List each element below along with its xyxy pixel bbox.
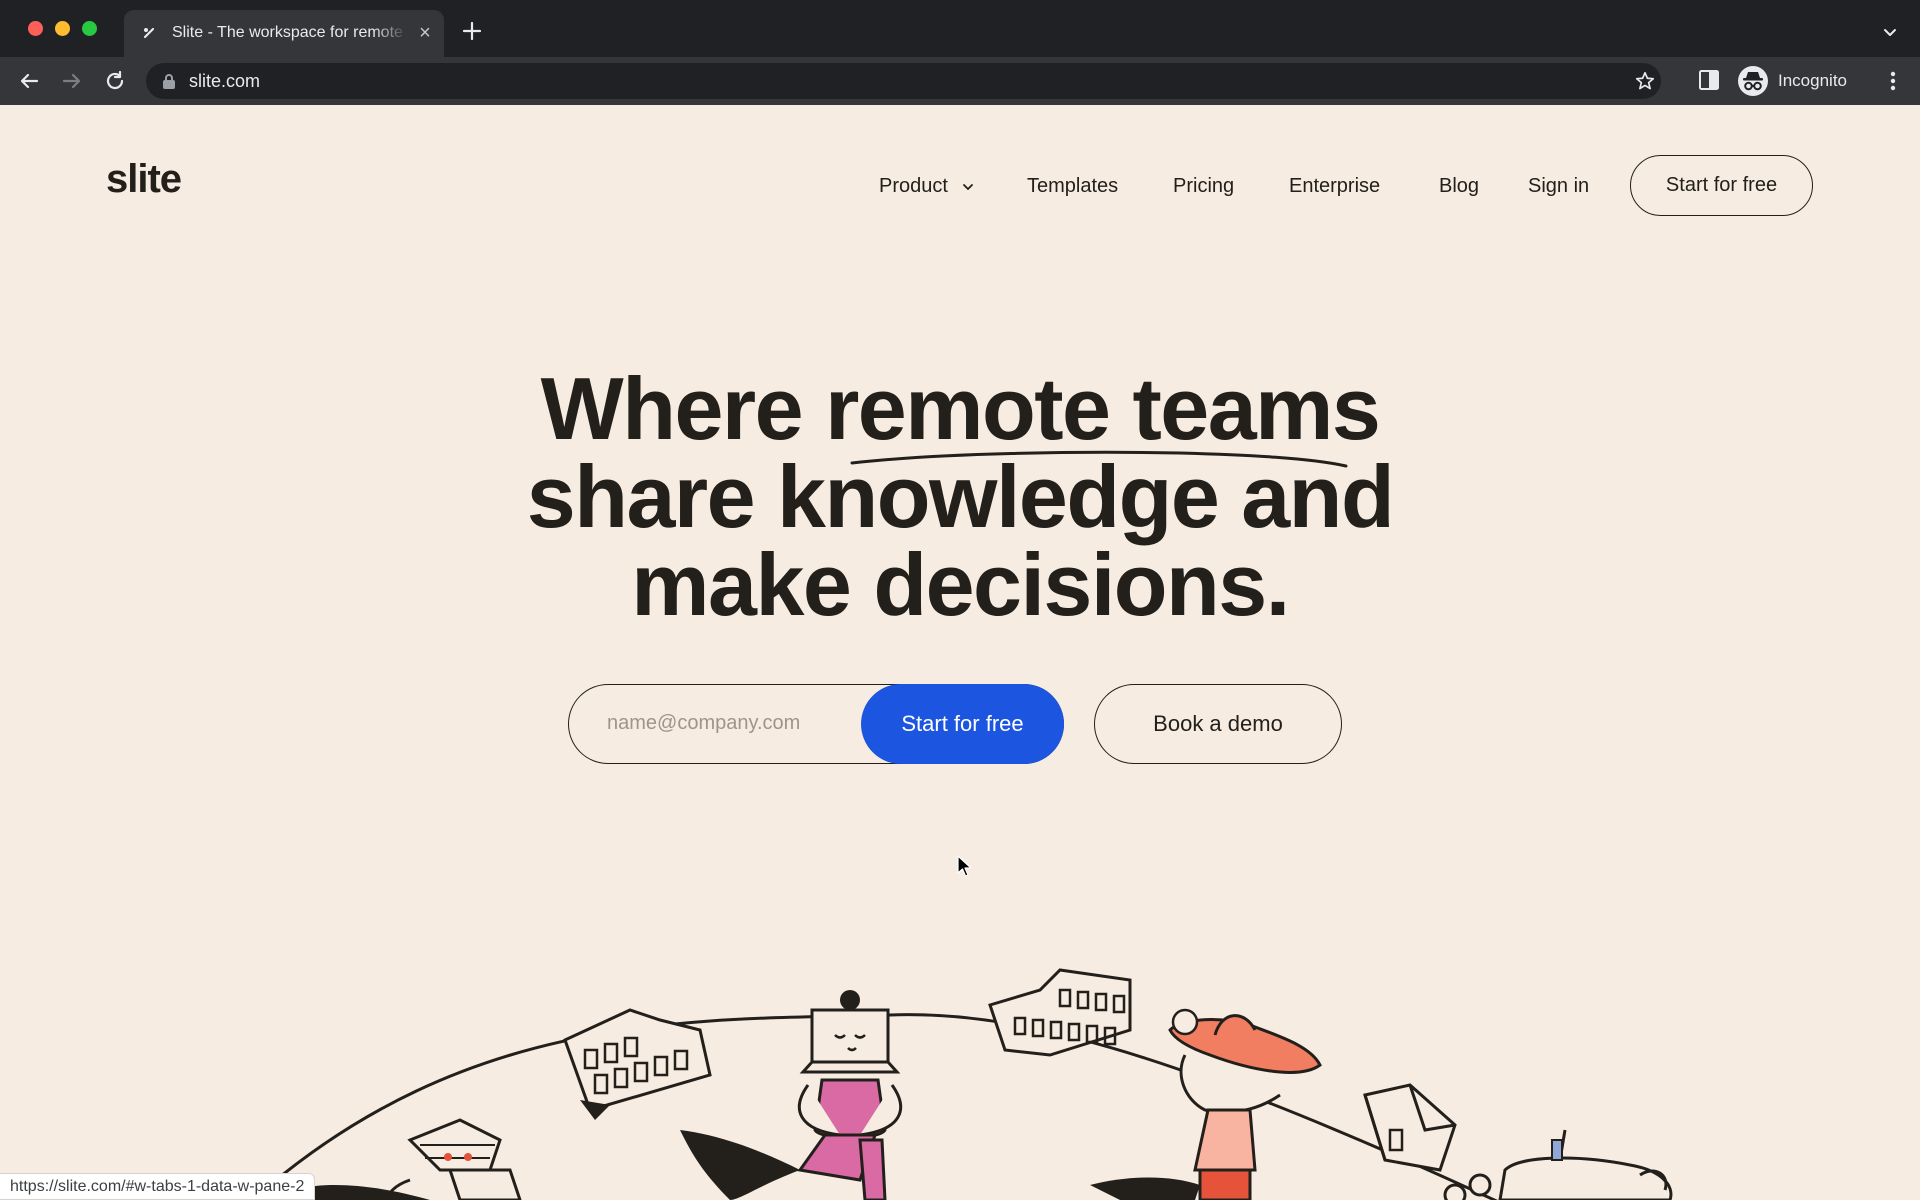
forward-arrow-icon[interactable] <box>60 69 84 93</box>
building-left <box>563 1008 712 1120</box>
hero-headline: Where remote teams share knowledge and m… <box>460 365 1460 629</box>
hero-line1-highlight: remote teams <box>825 359 1381 458</box>
more-vert-icon[interactable] <box>1882 69 1904 93</box>
telescope-person <box>1443 1129 1673 1200</box>
mouse-cursor-icon <box>957 855 972 877</box>
nav-pricing[interactable]: Pricing <box>1173 175 1234 198</box>
house <box>1363 1083 1457 1172</box>
tab-search-chevron-icon[interactable] <box>1880 22 1900 42</box>
reload-icon[interactable] <box>103 69 127 93</box>
status-bar-link-preview: https://slite.com/#w-tabs-1-data-w-pane-… <box>0 1173 316 1200</box>
nav-templates[interactable]: Templates <box>1027 175 1118 198</box>
new-tab-plus-icon[interactable] <box>460 19 484 43</box>
incognito-profile-button[interactable]: Incognito <box>1736 64 1864 98</box>
close-tab-icon[interactable]: × <box>414 22 436 44</box>
incognito-icon <box>1738 66 1768 96</box>
back-arrow-icon[interactable] <box>17 69 41 93</box>
close-window-button[interactable] <box>28 21 43 36</box>
hand-drawn-underline <box>850 450 1348 468</box>
maximize-window-button[interactable] <box>82 21 97 36</box>
active-tab[interactable]: Slite - The workspace for remote teams × <box>124 10 444 57</box>
minimize-window-button[interactable] <box>55 21 70 36</box>
hero-illustration <box>269 968 1673 1200</box>
hero-start-for-free-button[interactable]: Start for free <box>861 684 1064 764</box>
email-input[interactable] <box>607 685 847 762</box>
hero-line1-a: Where <box>540 359 826 458</box>
url-text[interactable]: slite.com <box>189 71 260 92</box>
slite-logo[interactable]: slite <box>106 157 182 202</box>
web-page: slite Product Templates Pricing Enterpri… <box>0 105 1920 1200</box>
tab-strip: Slite - The workspace for remote teams × <box>0 0 1920 57</box>
building-center <box>988 968 1132 1057</box>
address-bar[interactable]: slite.com <box>146 63 1661 99</box>
browser-chrome: Slite - The workspace for remote teams ×… <box>0 0 1920 105</box>
sombrero-person <box>1090 1008 1322 1200</box>
header-start-for-free-button[interactable]: Start for free <box>1630 155 1813 216</box>
side-panel-icon[interactable] <box>1698 69 1720 91</box>
slite-favicon-icon <box>143 27 155 39</box>
nav-sign-in[interactable]: Sign in <box>1528 175 1589 198</box>
chevron-down-icon <box>962 183 973 190</box>
star-icon[interactable] <box>1634 70 1656 92</box>
tab-title: Slite - The workspace for remote teams <box>172 24 408 41</box>
nav-blog[interactable]: Blog <box>1439 175 1479 198</box>
nav-enterprise[interactable]: Enterprise <box>1289 175 1380 198</box>
book-a-demo-button[interactable]: Book a demo <box>1094 684 1342 764</box>
nav-product[interactable]: Product <box>879 175 974 198</box>
lock-icon[interactable] <box>162 73 176 89</box>
browser-toolbar: slite.com Incognito <box>0 57 1920 105</box>
nav-product-label: Product <box>879 175 948 197</box>
incognito-label: Incognito <box>1778 71 1847 90</box>
hero-line3: make decisions. <box>631 535 1290 634</box>
